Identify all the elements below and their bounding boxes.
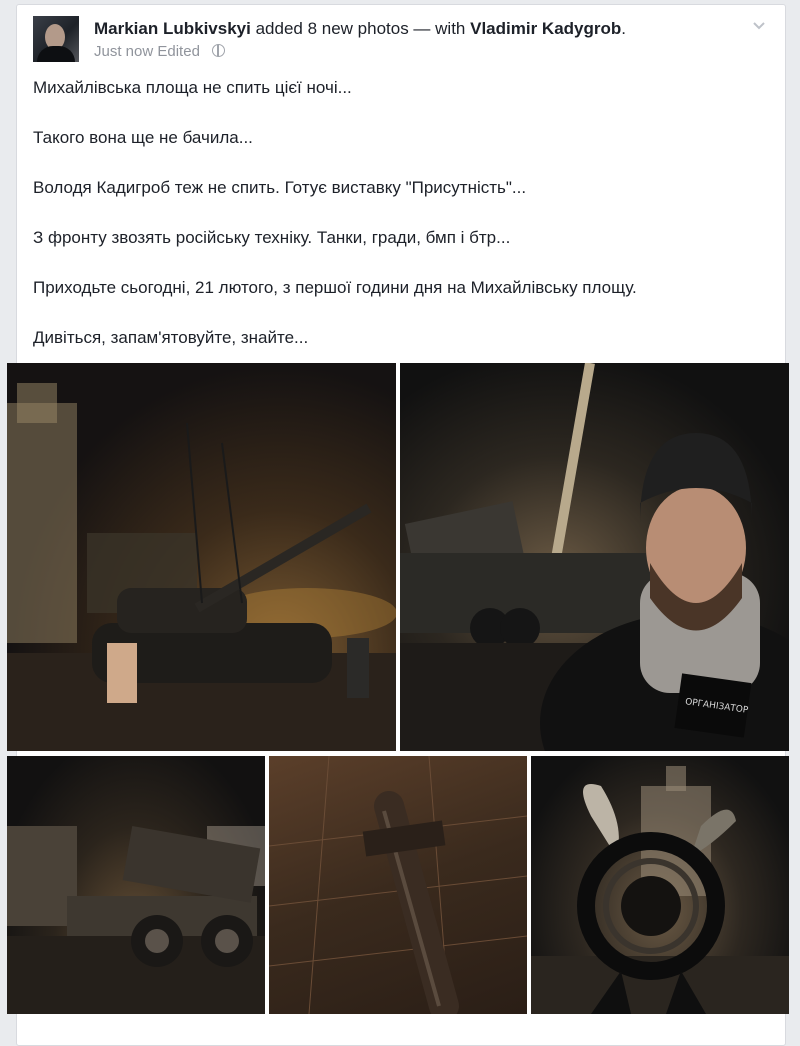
post-text-line: Приходьте сьогодні, 21 лютого, з першої … bbox=[33, 278, 637, 297]
post-text: Михайлівська площа не спить цієї ночі...… bbox=[33, 77, 773, 377]
post-text-line: З фронту звозять російську техніку. Танк… bbox=[33, 228, 511, 247]
author-avatar[interactable] bbox=[33, 16, 79, 62]
post-text-line: Михайлівська площа не спить цієї ночі... bbox=[33, 78, 352, 97]
rocket-illustration bbox=[531, 766, 789, 1014]
photo-selfie[interactable]: ОРГАНІЗАТОР bbox=[400, 363, 789, 751]
selfie-illustration: ОРГАНІЗАТОР bbox=[400, 363, 789, 751]
post-timestamp[interactable]: Just now bbox=[94, 43, 153, 60]
edited-label[interactable]: Edited bbox=[157, 43, 200, 60]
photo-tank[interactable] bbox=[7, 363, 396, 751]
truck-illustration bbox=[7, 825, 265, 1014]
photo-barrel[interactable] bbox=[269, 756, 527, 1014]
globe-icon[interactable] bbox=[212, 44, 226, 57]
photo-rocket-fins[interactable] bbox=[531, 756, 789, 1014]
author-name-link[interactable]: Markian Lubkivskyi bbox=[94, 19, 251, 38]
post-header: Markian Lubkivskyi added 8 new photos — … bbox=[94, 19, 626, 39]
barrel-illustration bbox=[269, 756, 527, 1014]
post-text-line: Володя Кадигроб теж не спить. Готує вист… bbox=[33, 178, 527, 197]
photo-grad-truck[interactable] bbox=[7, 756, 265, 1014]
tagged-user-link[interactable]: Vladimir Kadygrob bbox=[470, 19, 621, 38]
chevron-down-icon[interactable] bbox=[753, 19, 765, 31]
header-suffix: . bbox=[621, 19, 626, 38]
post-text-line: Такого вона ще не бачила... bbox=[33, 128, 253, 147]
post-action-text: added 8 new photos — with bbox=[255, 19, 466, 38]
tank-illustration bbox=[7, 383, 396, 751]
post-text-line: Дивіться, запам'ятовуйте, знайте... bbox=[33, 328, 309, 347]
post-meta: Just now Edited bbox=[94, 43, 226, 60]
